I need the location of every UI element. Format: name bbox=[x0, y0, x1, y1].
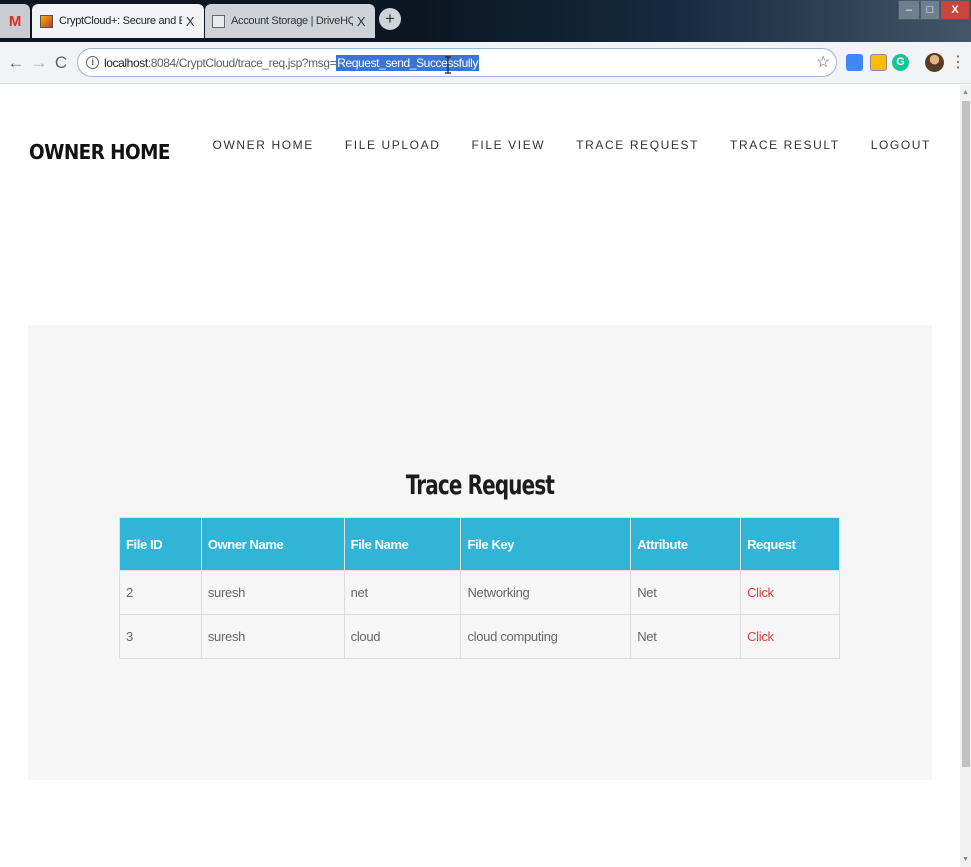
table-header-row: File ID Owner Name File Name File Key At… bbox=[119, 517, 840, 571]
cell-file-key: Networking bbox=[460, 570, 632, 615]
scroll-up-arrow-icon[interactable]: ▲ bbox=[960, 89, 971, 96]
scroll-down-arrow-icon[interactable]: ▼ bbox=[960, 856, 971, 863]
cell-owner-name: suresh bbox=[200, 570, 345, 615]
window-minimize-button[interactable]: – bbox=[898, 0, 920, 20]
page-title: Trace Request bbox=[405, 470, 555, 501]
browser-toolbar: ← → C i localhost:8084/CryptCloud/trace_… bbox=[0, 42, 971, 84]
site-brand[interactable]: OWNER HOME bbox=[29, 140, 170, 164]
url-host: localhost bbox=[104, 55, 148, 70]
main-nav: OWNER HOME FILE UPLOAD FILE VIEW TRACE R… bbox=[182, 138, 931, 152]
window-maximize-button[interactable]: □ bbox=[920, 0, 940, 20]
trace-request-table: File ID Owner Name File Name File Key At… bbox=[119, 517, 840, 659]
column-header: File ID bbox=[119, 517, 202, 571]
translate-extension-icon[interactable] bbox=[846, 54, 863, 71]
back-arrow-icon[interactable]: ← bbox=[6, 52, 26, 74]
scrollbar-thumb[interactable] bbox=[962, 101, 970, 767]
tab-close-icon[interactable]: X bbox=[353, 14, 369, 29]
url-selected-text: Request_send_Successfully bbox=[336, 54, 479, 71]
tab-cryptcloud[interactable]: CryptCloud+: Secure and Express X bbox=[32, 4, 204, 38]
browser-menu-icon[interactable]: ⋮ bbox=[950, 52, 966, 72]
address-bar[interactable]: i localhost:8084/CryptCloud/trace_req.js… bbox=[77, 48, 837, 77]
grammarly-extension-icon[interactable]: G bbox=[892, 54, 909, 71]
nav-trace-request[interactable]: TRACE REQUEST bbox=[576, 138, 699, 152]
request-click-link[interactable]: Click bbox=[740, 614, 840, 659]
column-header: File Name bbox=[343, 517, 462, 571]
nav-owner-home[interactable]: OWNER HOME bbox=[213, 138, 314, 152]
bookmark-star-icon[interactable]: ☆ bbox=[816, 52, 830, 72]
column-header: Request bbox=[740, 517, 840, 571]
sheets-extension-icon[interactable] bbox=[870, 54, 887, 71]
cell-file-name: cloud bbox=[343, 614, 462, 659]
tab-title: Account Storage | DriveHQ bbox=[231, 15, 353, 27]
column-header: Owner Name bbox=[200, 517, 345, 571]
page-scrollbar[interactable]: ▲ ▼ bbox=[960, 85, 971, 867]
cell-attribute: Net bbox=[630, 614, 742, 659]
column-header: Attribute bbox=[630, 517, 742, 571]
text-cursor-icon bbox=[445, 56, 451, 74]
cell-file-id: 3 bbox=[119, 614, 202, 659]
drivehq-favicon-icon bbox=[212, 14, 225, 28]
table-row: 3 suresh cloud cloud computing Net Click bbox=[119, 614, 840, 659]
window-close-button[interactable]: X bbox=[940, 0, 970, 20]
reload-icon[interactable]: C bbox=[51, 52, 71, 74]
site-info-icon[interactable]: i bbox=[86, 56, 99, 69]
profile-avatar[interactable] bbox=[925, 53, 944, 72]
cell-file-key: cloud computing bbox=[460, 614, 632, 659]
tab-close-icon[interactable]: X bbox=[182, 14, 198, 29]
table-row: 2 suresh net Networking Net Click bbox=[119, 570, 840, 615]
tab-title: CryptCloud+: Secure and Express bbox=[59, 15, 182, 27]
tab-gmail[interactable]: M bbox=[0, 4, 30, 38]
new-tab-button[interactable]: + bbox=[379, 8, 401, 30]
cell-attribute: Net bbox=[630, 570, 742, 615]
nav-file-upload[interactable]: FILE UPLOAD bbox=[345, 138, 441, 152]
nav-trace-result[interactable]: TRACE RESULT bbox=[730, 138, 840, 152]
page-content: OWNER HOME OWNER HOME FILE UPLOAD FILE V… bbox=[0, 85, 960, 867]
url-path: :8084/CryptCloud/trace_req.jsp?msg= bbox=[147, 55, 337, 70]
cell-owner-name: suresh bbox=[200, 614, 345, 659]
nav-logout[interactable]: LOGOUT bbox=[871, 138, 931, 152]
trace-request-panel: Trace Request File ID Owner Name File Na… bbox=[28, 325, 932, 780]
cryptcloud-favicon-icon bbox=[40, 14, 53, 28]
cell-file-id: 2 bbox=[119, 570, 202, 615]
request-click-link[interactable]: Click bbox=[740, 570, 840, 615]
gmail-icon: M bbox=[8, 12, 22, 30]
column-header: File Key bbox=[460, 517, 632, 571]
cell-file-name: net bbox=[343, 570, 462, 615]
nav-file-view[interactable]: FILE VIEW bbox=[471, 138, 545, 152]
tab-drivehq[interactable]: Account Storage | DriveHQ X bbox=[205, 4, 375, 38]
forward-arrow-icon[interactable]: → bbox=[29, 52, 49, 74]
